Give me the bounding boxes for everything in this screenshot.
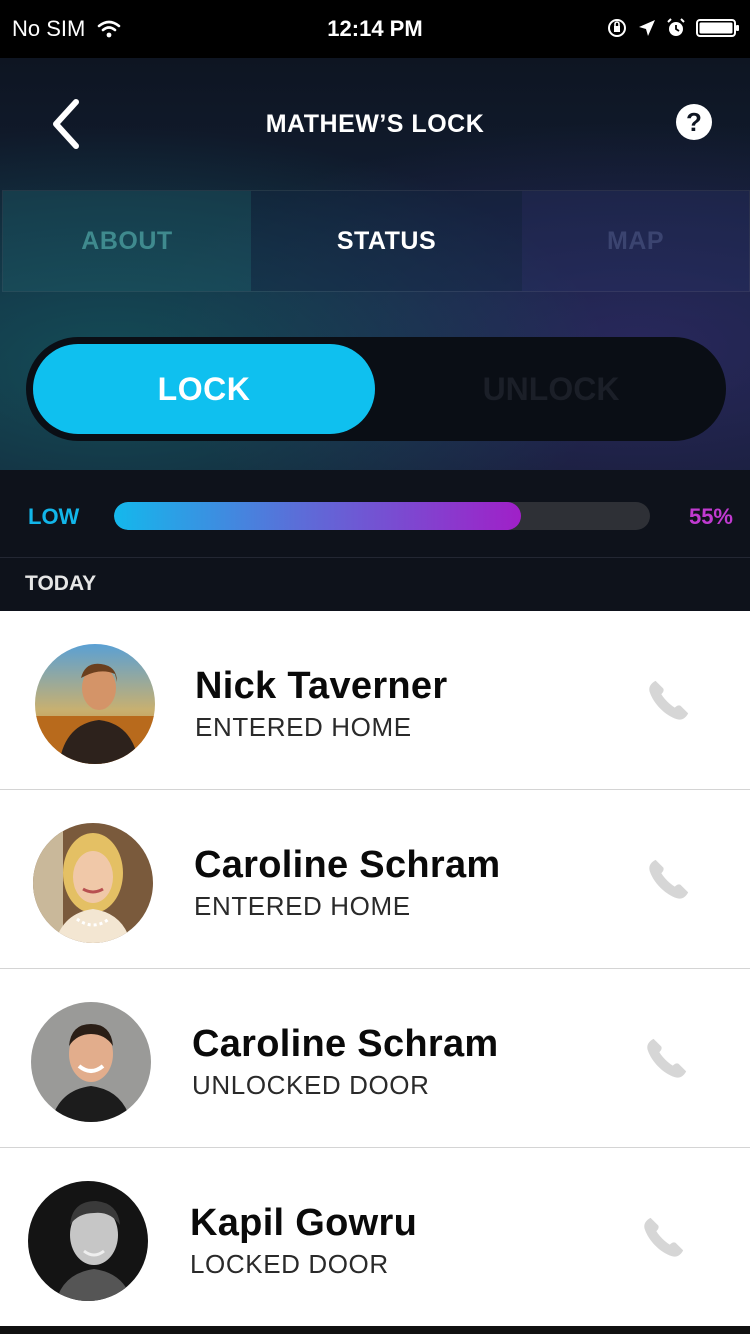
lock-toggle[interactable]: LOCK UNLOCK — [26, 337, 726, 441]
battery-icon — [696, 19, 739, 37]
location-icon — [639, 20, 655, 36]
activity-action: LOCKED DOOR — [190, 1249, 389, 1279]
orientation-lock-icon — [608, 19, 626, 37]
activity-action: ENTERED HOME — [194, 891, 411, 921]
list-item-text: Caroline Schram UNLOCKED DOOR — [192, 1023, 499, 1101]
activity-action: ENTERED HOME — [195, 712, 412, 742]
list-item-text: Kapil Gowru LOCKED DOOR — [190, 1202, 417, 1280]
activity-list: Nick Taverner ENTERED HOME Caroline Schr… — [0, 611, 750, 1334]
tab-about[interactable]: ABOUT — [3, 191, 251, 291]
lock-header: MATHEW’S LOCK ? ABOUT STATUS MAP LOCK UN… — [0, 58, 750, 470]
help-icon: ? — [686, 106, 702, 137]
list-item-text: Nick Taverner ENTERED HOME — [195, 665, 447, 743]
person-name: Caroline Schram — [194, 844, 501, 886]
list-item-text: Caroline Schram ENTERED HOME — [194, 844, 501, 922]
section-label: TODAY — [25, 572, 97, 595]
status-right — [606, 17, 740, 39]
avatar — [35, 644, 155, 764]
battery-track — [114, 502, 650, 530]
bottom-edge — [0, 1326, 750, 1334]
person-name: Kapil Gowru — [190, 1202, 418, 1244]
alarm-icon — [667, 18, 685, 36]
person-name: Nick Taverner — [195, 665, 448, 707]
tab-bar: ABOUT STATUS MAP — [2, 190, 750, 292]
list-item[interactable]: Caroline Schram UNLOCKED DOOR — [0, 969, 750, 1148]
phone-icon[interactable] — [646, 856, 692, 902]
battery-level: LOW 55% — [0, 470, 750, 558]
list-item[interactable]: Caroline Schram ENTERED HOME — [0, 790, 750, 969]
list-item[interactable]: Nick Taverner ENTERED HOME — [0, 611, 750, 790]
battery-fill — [114, 502, 521, 530]
tab-map[interactable]: MAP — [522, 191, 749, 291]
tab-status[interactable]: STATUS — [251, 191, 522, 291]
avatar — [31, 1002, 151, 1122]
avatar — [33, 823, 153, 943]
section-header-today: TODAY — [0, 558, 750, 611]
avatar — [28, 1181, 148, 1301]
unlock-button[interactable]: UNLOCK — [386, 344, 716, 434]
battery-low-label: LOW — [28, 504, 80, 529]
battery-percent: 55% — [688, 504, 733, 529]
status-bar: No SIM 12:14 PM — [0, 0, 750, 58]
activity-action: UNLOCKED DOOR — [192, 1070, 430, 1100]
phone-icon[interactable] — [644, 1035, 690, 1081]
page-title: MATHEW’S LOCK — [265, 110, 485, 138]
list-item[interactable]: Kapil Gowru LOCKED DOOR — [0, 1148, 750, 1327]
phone-icon[interactable] — [646, 677, 692, 723]
person-name: Caroline Schram — [192, 1023, 499, 1065]
phone-icon[interactable] — [641, 1214, 687, 1260]
help-button[interactable]: ? — [676, 104, 712, 140]
lock-button[interactable]: LOCK — [33, 344, 375, 434]
